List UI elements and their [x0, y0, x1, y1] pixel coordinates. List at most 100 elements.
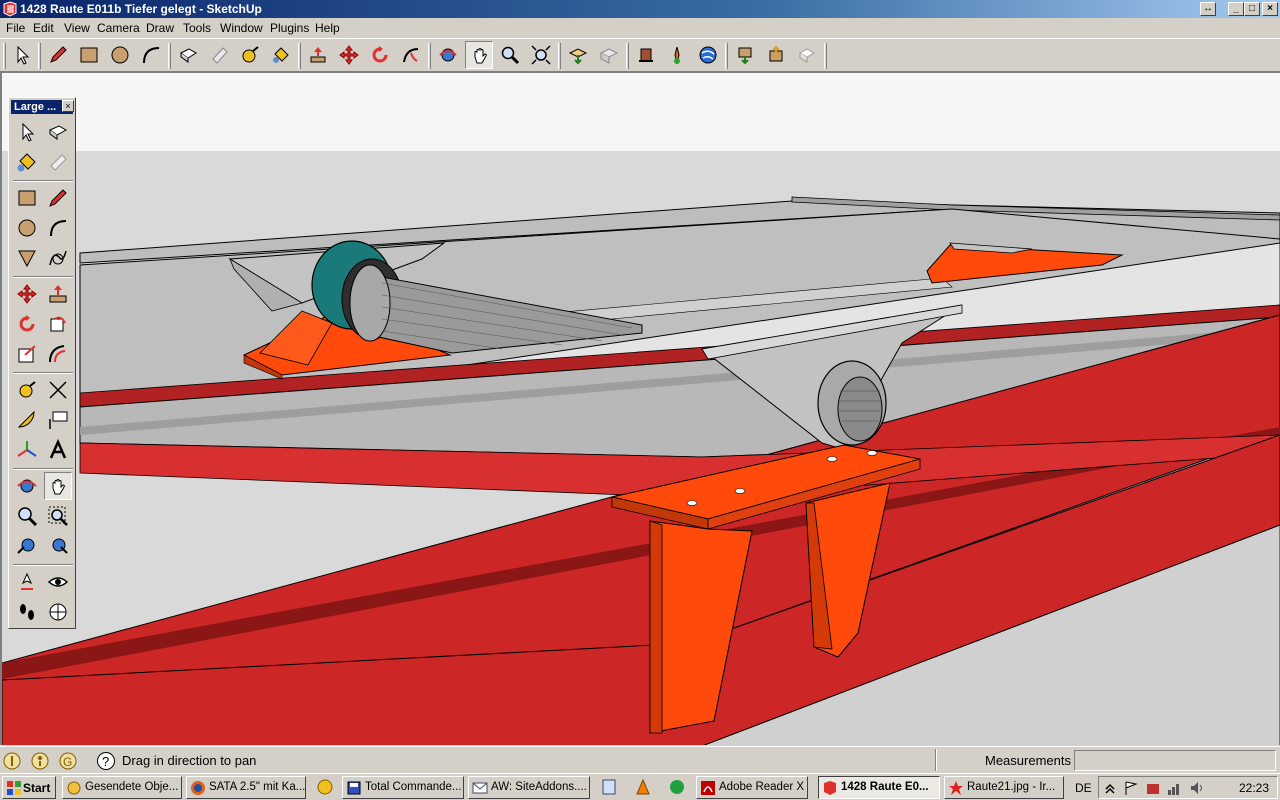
palette-pan-button[interactable]	[44, 472, 72, 500]
make-component-button[interactable]	[174, 41, 202, 69]
toolbar-grip[interactable]	[428, 43, 431, 69]
menu-draw[interactable]: Draw	[146, 21, 174, 35]
follow-me-button[interactable]	[397, 41, 425, 69]
pan-tool-button[interactable]	[465, 41, 493, 69]
credits-icon[interactable]	[30, 751, 50, 771]
toolbar-grip[interactable]	[38, 43, 41, 69]
minimize-button[interactable]: _	[1228, 2, 1244, 16]
palette-previous-view-button[interactable]	[13, 532, 41, 560]
volume-icon[interactable]	[1189, 780, 1205, 796]
pencil-tool-button[interactable]	[44, 41, 72, 69]
maximize-button[interactable]: □	[1244, 2, 1260, 16]
notepad-icon[interactable]	[600, 778, 618, 796]
network-icon[interactable]	[1167, 780, 1183, 796]
palette-zoom-window-button[interactable]	[44, 502, 72, 530]
paint-bucket-button[interactable]	[267, 41, 295, 69]
get-models-button[interactable]	[564, 41, 592, 69]
palette-move-button[interactable]	[13, 280, 41, 308]
app-green-icon[interactable]	[668, 778, 686, 796]
move-tool-button[interactable]	[335, 41, 363, 69]
palette-protractor-button[interactable]	[13, 406, 41, 434]
palette-dimension-button[interactable]	[44, 376, 72, 404]
vlc-icon[interactable]	[634, 778, 652, 796]
push-pull-button[interactable]	[304, 41, 332, 69]
palette-circle-button[interactable]	[13, 214, 41, 242]
components-button[interactable]	[632, 41, 660, 69]
close-button[interactable]: ×	[1262, 2, 1278, 16]
toolbar-grip[interactable]	[558, 43, 561, 69]
palette-offset-button[interactable]	[44, 340, 72, 368]
zoom-tool-button[interactable]	[496, 41, 524, 69]
palette-axes-button[interactable]	[13, 436, 41, 464]
menu-window[interactable]: Window	[220, 21, 263, 35]
palette-polygon-button[interactable]	[13, 244, 41, 272]
circle-tool-button[interactable]	[106, 41, 134, 69]
taskbar-button-sketchup[interactable]: 1428 Raute E0...	[818, 776, 940, 799]
menu-plugins[interactable]: Plugins	[270, 21, 309, 35]
clock[interactable]: 22:23	[1239, 781, 1269, 795]
menu-edit[interactable]: Edit	[33, 21, 54, 35]
get-components-button[interactable]	[731, 41, 759, 69]
orbit-tool-button[interactable]	[434, 41, 462, 69]
palette-pencil-button[interactable]	[44, 184, 72, 212]
add-location-button[interactable]	[663, 41, 691, 69]
palette-text-button[interactable]	[44, 406, 72, 434]
eraser-tool-button[interactable]	[205, 41, 233, 69]
share-model-button[interactable]	[595, 41, 623, 69]
model-viewport[interactable]	[0, 72, 1280, 745]
palette-orbit-button[interactable]	[13, 472, 41, 500]
palette-follow-me-button[interactable]	[44, 310, 72, 338]
security-icon[interactable]	[1145, 780, 1161, 796]
language-indicator[interactable]: DE	[1075, 781, 1092, 795]
palette-close-button[interactable]: ×	[62, 100, 74, 112]
palette-walk-button[interactable]	[13, 598, 41, 626]
menu-tools[interactable]: Tools	[183, 21, 211, 35]
measurements-input[interactable]	[1074, 750, 1276, 771]
palette-eraser-button[interactable]	[44, 148, 72, 176]
share-component-button[interactable]	[762, 41, 790, 69]
menu-help[interactable]: Help	[315, 21, 340, 35]
quicklaunch-icon[interactable]	[316, 778, 334, 796]
taskbar-button-outlook[interactable]: Gesendete Obje...	[62, 776, 182, 799]
tape-measure-button[interactable]	[236, 41, 264, 69]
palette-scale-button[interactable]	[13, 340, 41, 368]
geolocation-icon[interactable]	[2, 751, 22, 771]
palette-look-around-button[interactable]	[44, 568, 72, 596]
taskbar-button-mail[interactable]: AW: SiteAddons....	[468, 776, 590, 799]
start-button[interactable]: Start	[2, 776, 56, 799]
help-icon[interactable]: ?	[96, 751, 116, 771]
restore-alt-button[interactable]: ↔	[1200, 2, 1216, 16]
palette-paint-bucket-button[interactable]	[13, 148, 41, 176]
toolbar-grip[interactable]	[725, 43, 728, 69]
palette-select-button[interactable]	[13, 118, 41, 146]
flag-icon[interactable]	[1123, 780, 1139, 796]
section-button[interactable]	[793, 41, 821, 69]
google-signin-icon[interactable]: G	[58, 751, 78, 771]
taskbar-button-irfanview[interactable]: Raute21.jpg - Ir...	[944, 776, 1064, 799]
palette-tape-measure-button[interactable]	[13, 376, 41, 404]
palette-position-camera-button[interactable]	[13, 568, 41, 596]
rectangle-tool-button[interactable]	[75, 41, 103, 69]
toolbar-grip[interactable]	[824, 43, 827, 69]
palette-freehand-button[interactable]	[44, 244, 72, 272]
palette-zoom-extents-button[interactable]	[44, 532, 72, 560]
toolbar-grip[interactable]	[626, 43, 629, 69]
palette-push-pull-button[interactable]	[44, 280, 72, 308]
menu-file[interactable]: File	[6, 21, 25, 35]
arc-tool-button[interactable]	[137, 41, 165, 69]
rotate-tool-button[interactable]	[366, 41, 394, 69]
zoom-extents-button[interactable]	[527, 41, 555, 69]
taskbar-button-firefox[interactable]: SATA 2.5" mit Ka...	[186, 776, 306, 799]
select-tool-button[interactable]	[8, 41, 36, 69]
palette-3d-text-button[interactable]	[44, 436, 72, 464]
chevron-up-icon[interactable]	[1103, 780, 1117, 796]
palette-arc-button[interactable]	[44, 214, 72, 242]
toolbar-grip[interactable]	[168, 43, 171, 69]
taskbar-button-adobe-reader[interactable]: Adobe Reader X	[696, 776, 808, 799]
palette-section-plane-button[interactable]	[44, 598, 72, 626]
google-earth-button[interactable]	[694, 41, 722, 69]
palette-make-component-button[interactable]	[44, 118, 72, 146]
taskbar-button-total-commander[interactable]: Total Commande...	[342, 776, 464, 799]
palette-rectangle-button[interactable]	[13, 184, 41, 212]
large-tool-set-palette[interactable]: Large ... ×	[8, 97, 76, 629]
